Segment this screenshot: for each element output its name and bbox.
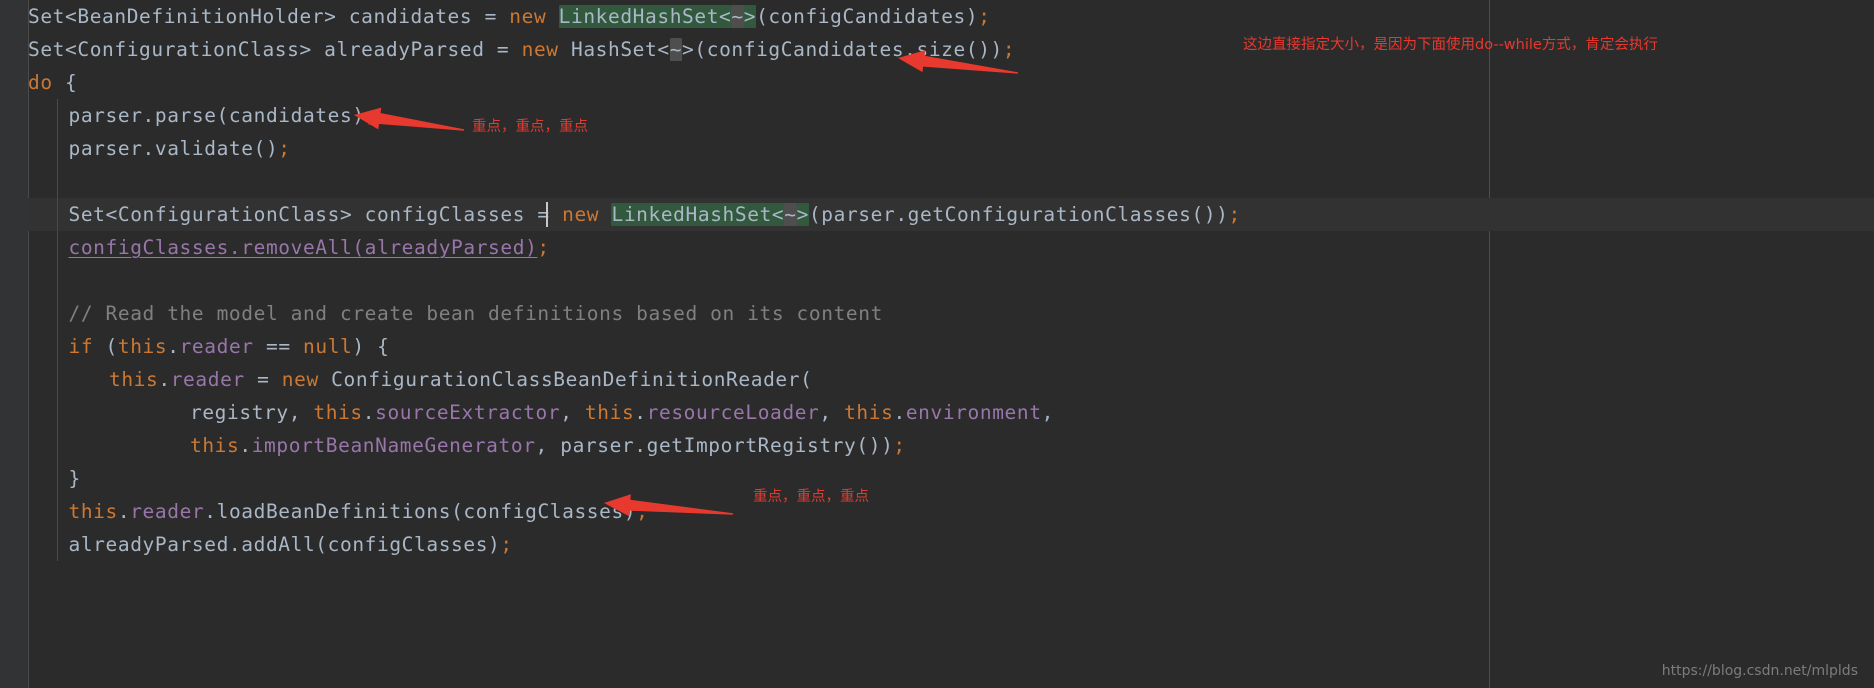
code-token: . — [239, 434, 252, 457]
code-token: configClasses.removeAll(alreadyParsed) — [68, 236, 538, 259]
code-line[interactable]: // Read the model and create bean defini… — [69, 297, 883, 330]
code-line[interactable]: this.reader = new ConfigurationClassBean… — [109, 363, 812, 396]
code-token: . — [362, 401, 376, 424]
code-token: reader — [130, 500, 205, 523]
code-line[interactable]: parser.parse(candidates); — [69, 99, 378, 132]
code-token: if — [68, 335, 94, 358]
code-line[interactable]: } — [69, 462, 81, 495]
code-token: ; — [893, 434, 906, 457]
code-token: ; — [500, 533, 513, 556]
code-token: this — [117, 335, 168, 358]
code-token: this — [68, 500, 118, 523]
code-token: ~ — [784, 203, 797, 226]
code-line[interactable]: configClasses.removeAll(alreadyParsed); — [69, 231, 550, 264]
code-token: HashSet< — [558, 38, 670, 61]
code-token: ConfigurationClassBeanDefinitionReader( — [318, 368, 813, 391]
code-token: . — [117, 500, 131, 523]
code-token: ~ — [669, 38, 683, 61]
code-token: . — [167, 335, 180, 358]
code-token: (parser.getConfigurationClasses()) — [808, 203, 1229, 226]
code-line[interactable]: Set<BeanDefinitionHolder> candidates = n… — [28, 0, 991, 33]
code-token: new — [521, 38, 559, 61]
code-token: > — [743, 5, 757, 28]
code-token: registry, — [190, 401, 314, 424]
code-token: this — [109, 368, 159, 391]
code-token: resourceLoader — [646, 401, 820, 424]
code-token: ; — [1002, 38, 1016, 61]
code-line[interactable]: this.reader.loadBeanDefinitions(configCl… — [69, 495, 649, 528]
code-token: (configCandidates) — [756, 5, 979, 28]
code-editor-surface[interactable]: Set<BeanDefinitionHolder> candidates = n… — [0, 0, 1874, 688]
code-line[interactable]: alreadyParsed.addAll(configClasses); — [69, 528, 513, 561]
code-line[interactable]: do { — [28, 66, 77, 99]
code-token: ; — [1228, 203, 1241, 226]
code-token: ) { — [352, 335, 390, 358]
code-token: this — [844, 401, 894, 424]
code-line[interactable]: registry, this.sourceExtractor, this.res… — [190, 396, 1054, 429]
code-token: , — [819, 401, 845, 424]
code-token: ~ — [731, 5, 744, 28]
code-token: null — [303, 335, 353, 358]
code-token: == — [253, 335, 304, 358]
code-token: environment — [905, 401, 1042, 424]
code-token: this — [584, 401, 635, 424]
code-token: // Read the model and create bean defini… — [68, 302, 883, 325]
code-token: ( — [93, 335, 118, 358]
code-token: } — [68, 467, 81, 490]
code-token: alreadyParsed.addAll(configClasses) — [68, 533, 501, 556]
code-token: ; — [636, 500, 649, 523]
code-line[interactable]: Set<ConfigurationClass> alreadyParsed = … — [28, 33, 1015, 66]
code-token: Set<ConfigurationClass> configClasses = — [68, 203, 563, 226]
code-token: this — [190, 434, 240, 457]
code-token: >(configCandidates.size()) — [682, 38, 1003, 61]
code-text-area[interactable]: Set<BeanDefinitionHolder> candidates = n… — [0, 0, 1874, 688]
code-token: , — [560, 401, 585, 424]
code-token: ; — [537, 236, 550, 259]
code-line[interactable]: parser.validate(); — [69, 132, 291, 165]
code-token: > — [796, 203, 809, 226]
code-line[interactable]: if (this.reader == null) { — [69, 330, 390, 363]
code-token: new — [281, 368, 319, 391]
code-token: Set<BeanDefinitionHolder> candidates = — [28, 5, 510, 28]
code-token: { — [52, 71, 78, 94]
code-token: , parser.getImportRegistry()) — [535, 434, 894, 457]
code-token: new — [562, 203, 600, 226]
code-token: = — [244, 368, 282, 391]
code-token: Set<ConfigurationClass> alreadyParsed = — [28, 38, 522, 61]
code-token: . — [634, 401, 647, 424]
code-line[interactable]: Set<ConfigurationClass> configClasses = … — [69, 198, 1241, 231]
code-token: LinkedHashSet< — [611, 203, 785, 226]
code-token: parser.validate() — [68, 137, 279, 160]
code-token: parser.parse(candidates) — [68, 104, 365, 127]
code-token: , — [1041, 401, 1054, 424]
code-token: .loadBeanDefinitions(configClasses) — [204, 500, 637, 523]
code-line[interactable]: this.importBeanNameGenerator, parser.get… — [190, 429, 906, 462]
code-token: ; — [278, 137, 291, 160]
code-token: reader — [170, 368, 245, 391]
text-caret — [546, 202, 548, 227]
watermark: https://blog.csdn.net/mlplds — [1661, 663, 1858, 679]
code-token: ; — [364, 104, 378, 127]
code-token: new — [509, 5, 547, 28]
code-token: this — [313, 401, 363, 424]
code-token: . — [893, 401, 906, 424]
code-token: importBeanNameGenerator — [251, 434, 536, 457]
code-token: reader — [179, 335, 254, 358]
code-token: ; — [978, 5, 991, 28]
code-token: LinkedHashSet< — [558, 5, 732, 28]
code-token: sourceExtractor — [375, 401, 561, 424]
code-token: . — [158, 368, 171, 391]
code-token: do — [28, 71, 53, 94]
